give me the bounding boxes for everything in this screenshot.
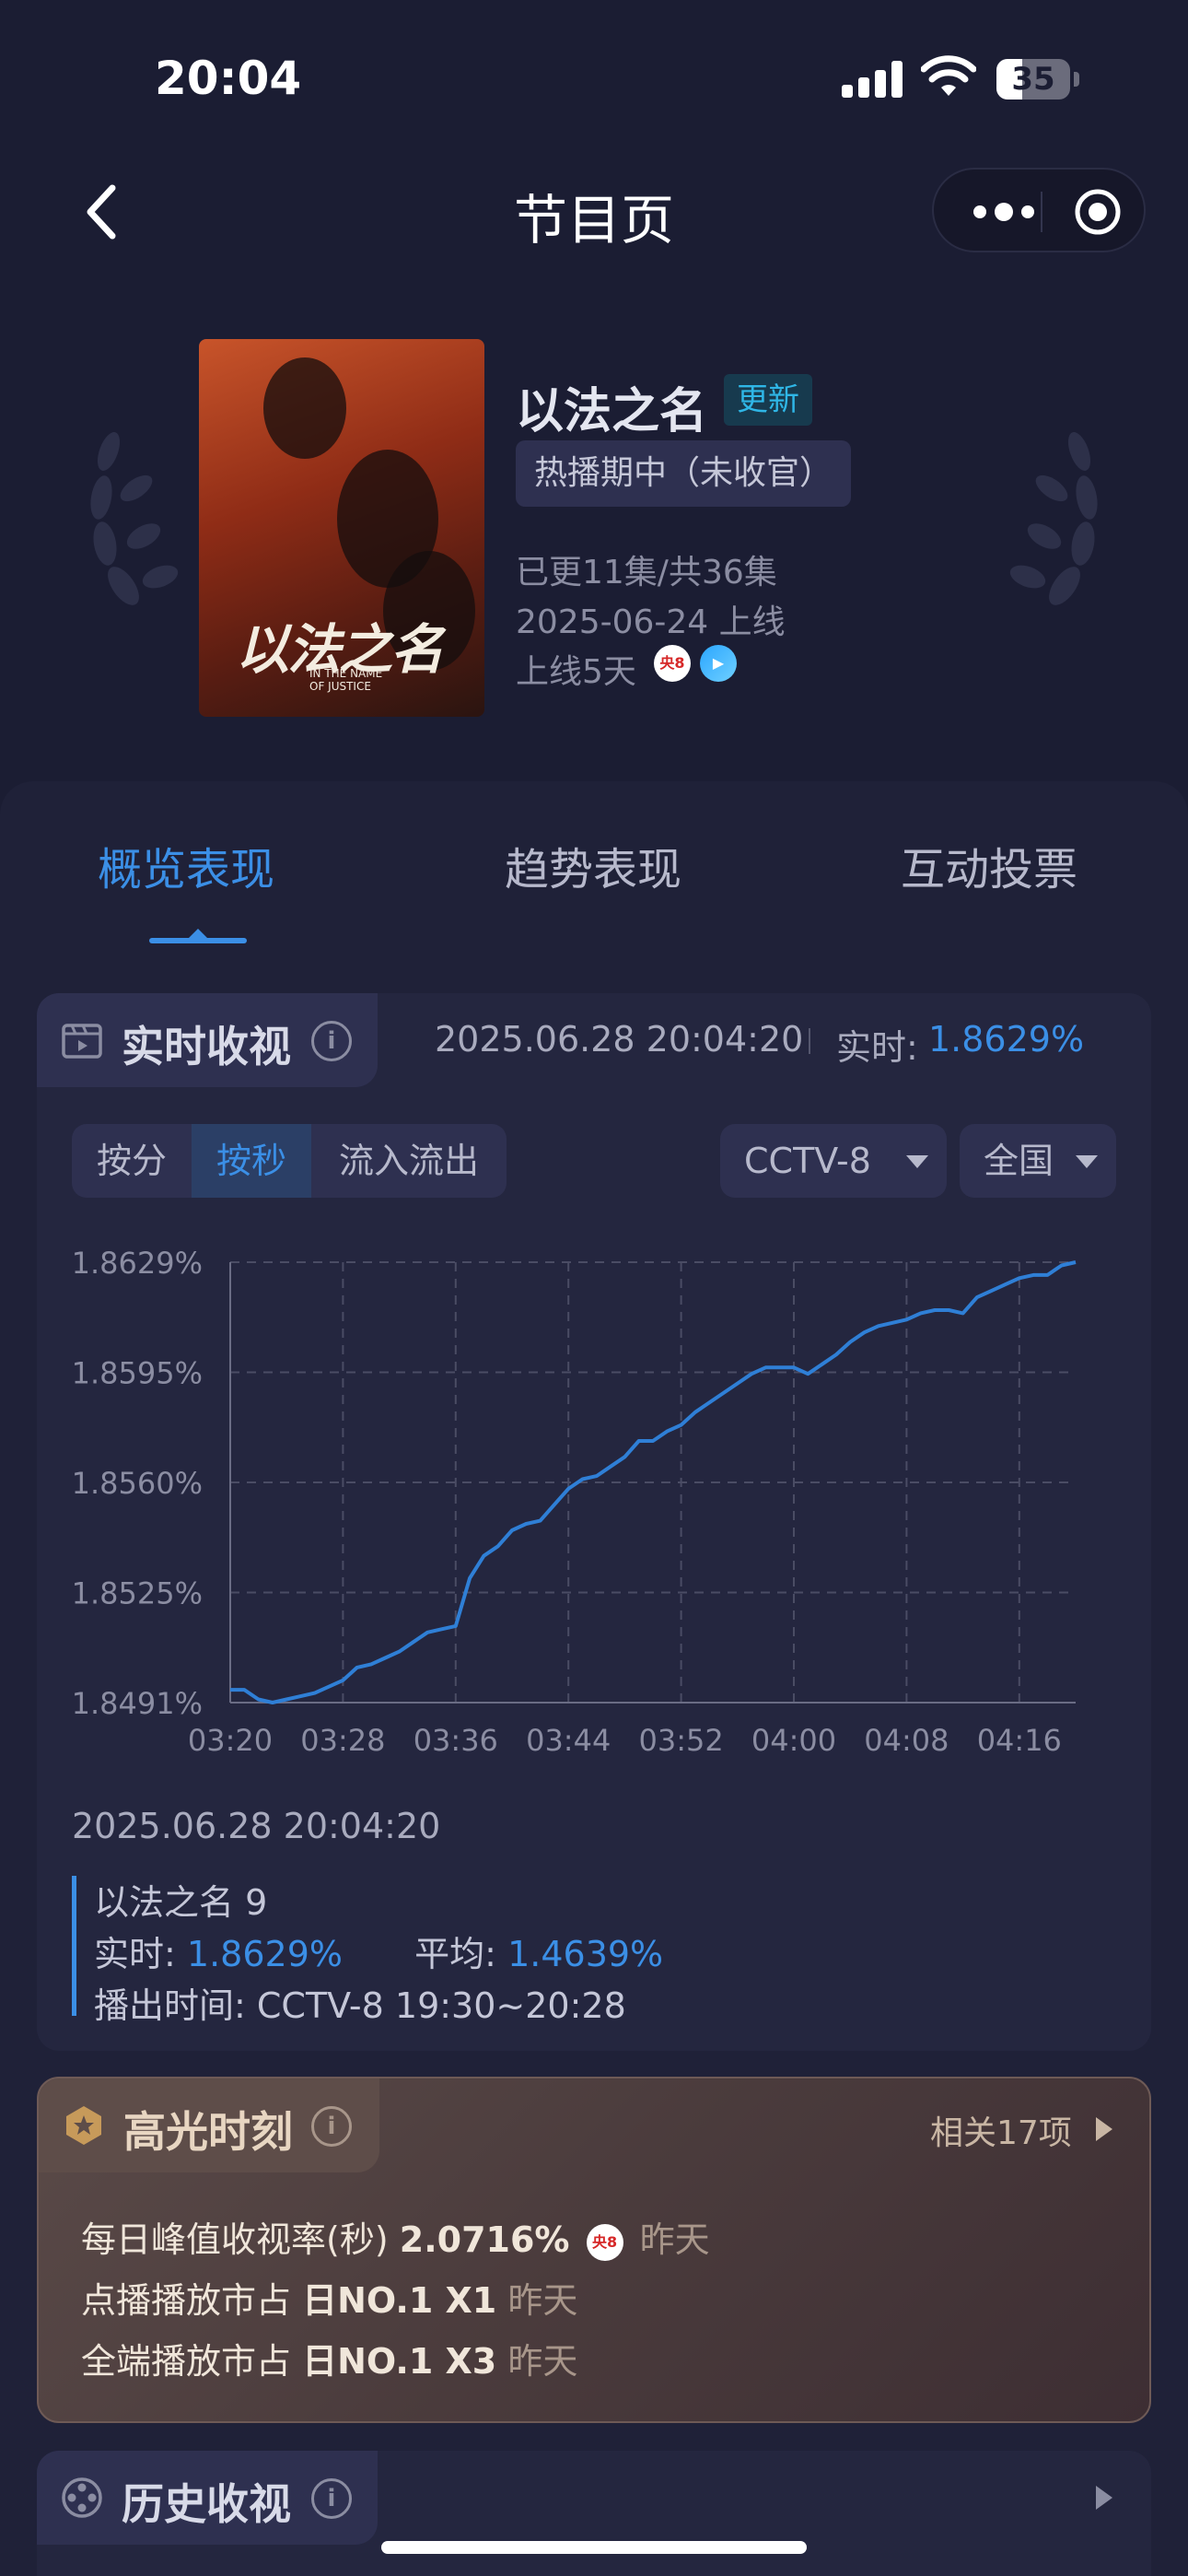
region-dropdown-value: 全国 [984, 1141, 1054, 1181]
region-dropdown[interactable]: 全国 [960, 1124, 1116, 1198]
detail-avg-value: 1.4639% [507, 1934, 664, 1974]
y-tick-label: 1.8491% [72, 1686, 203, 1721]
x-tick-label: 03:20 [188, 1723, 273, 1758]
premiere-date: 2025-06-24 上线 [516, 603, 786, 641]
tab-vote[interactable]: 互动投票 [901, 833, 1077, 897]
tab-indicator-arrow [189, 929, 207, 938]
show-title: 以法之名 [516, 384, 708, 439]
realtime-tag: 实时收视 i [37, 993, 378, 1087]
history-title: 历史收视 [122, 2479, 291, 2529]
highlight-label: 每日峰值收视率(秒) [81, 2219, 389, 2260]
y-tick-label: 1.8560% [72, 1466, 203, 1501]
channel-dropdown[interactable]: CCTV-8 [720, 1124, 947, 1198]
highlight-row: 全端播放市占 日NO.1 X3 昨天 [81, 2333, 577, 2383]
poster-figure [263, 357, 346, 459]
streaming-platform-icon: ▶ [700, 645, 737, 682]
realtime-label: 实时: [836, 1027, 918, 1068]
update-badge: 更新 [724, 374, 812, 426]
info-icon[interactable]: i [311, 2478, 352, 2519]
broadcast-status: 热播期中（未收官） [516, 440, 852, 507]
status-bar: 20:04 35 [0, 0, 1188, 147]
highlight-label: 点播播放市占 [81, 2280, 292, 2321]
poster-subtitle: IN THE NAME OF JUSTICE [309, 667, 383, 693]
detail-accent-bar [72, 1876, 76, 2016]
y-tick-label: 1.8595% [72, 1356, 203, 1391]
more-icon[interactable] [967, 199, 1041, 225]
status-time: 20:04 [155, 52, 302, 105]
highlight-row: 点播播放市占 日NO.1 X1 昨天 [81, 2272, 577, 2323]
highlights-title: 高光时刻 [123, 2107, 293, 2157]
x-tick-label: 03:44 [526, 1723, 611, 1758]
segment-flow[interactable]: 流入流出 [311, 1124, 507, 1198]
target-icon[interactable] [1074, 188, 1122, 236]
channel-dropdown-value: CCTV-8 [744, 1141, 871, 1181]
tab-trend[interactable]: 趋势表现 [505, 833, 681, 897]
battery-icon: 35 [996, 59, 1070, 100]
highlight-value: 2.0716% [399, 2219, 570, 2260]
caret-down-icon [906, 1155, 928, 1168]
highlight-value: 日NO.1 X1 [302, 2280, 497, 2321]
wifi-icon [921, 55, 976, 96]
show-poster[interactable]: 以法之名 IN THE NAME OF JUSTICE [199, 339, 484, 717]
realtime-timestamp: 2025.06.28 20:04:20 [435, 1019, 804, 1060]
highlight-when: 昨天 [507, 2280, 578, 2321]
history-tag: 历史收视 i [37, 2451, 378, 2545]
star-badge-icon [66, 2106, 101, 2145]
battery-level: 35 [1011, 61, 1055, 98]
cctv8-channel-icon: 央8 [654, 645, 691, 682]
home-indicator [381, 2541, 807, 2554]
info-icon[interactable]: i [311, 2106, 352, 2147]
caret-down-icon [1076, 1155, 1098, 1168]
highlight-value: 日NO.1 X3 [302, 2341, 497, 2382]
detail-ratings: 实时: 1.8629% 平均: 1.4639% [94, 1926, 663, 1976]
play-arrow-icon[interactable] [1096, 2486, 1112, 2510]
highlight-label: 全端播放市占 [81, 2341, 292, 2382]
laurel-right-icon [1009, 432, 1098, 605]
detail-realtime-value: 1.8629% [186, 1934, 343, 1974]
highlights-tag: 高光时刻 i [39, 2078, 379, 2172]
info-icon[interactable]: i [311, 1021, 352, 1061]
highlight-when: 昨天 [507, 2341, 578, 2382]
film-reel-icon [62, 2477, 102, 2518]
realtime-title: 实时收视 [122, 1022, 291, 1071]
mini-program-capsule [932, 168, 1146, 252]
capsule-divider [1041, 192, 1042, 232]
x-tick-label: 03:28 [300, 1723, 385, 1758]
segment-by-minute[interactable]: 按分 [72, 1124, 192, 1198]
x-tick-label: 04:00 [751, 1723, 836, 1758]
detail-avg-label: 平均: [414, 1934, 496, 1974]
realtime-rating-chart: 1.8629% 1.8595% 1.8560% 1.8525% 1.8491%03:20… [72, 1246, 1077, 1758]
tab-overview[interactable]: 概览表现 [98, 833, 274, 897]
tab-underline [149, 938, 247, 943]
x-tick-label: 04:16 [977, 1723, 1062, 1758]
x-tick-label: 04:08 [864, 1723, 949, 1758]
episode-count: 已更11集/共36集 [516, 554, 777, 591]
detail-episode: 以法之名 9 [94, 1882, 268, 1923]
cellular-signal-icon [842, 61, 904, 98]
highlight-when: 昨天 [639, 2219, 710, 2260]
laurel-left-icon [90, 432, 179, 605]
y-tick-label: 1.8629% [72, 1246, 203, 1281]
highlights-card[interactable]: 高光时刻 i 相关17项 每日峰值收视率(秒) 2.0716% 央8 昨天 点播… [37, 2077, 1151, 2423]
segment-by-second[interactable]: 按秒 [192, 1124, 311, 1198]
granularity-segmented-control: 按分 按秒 流入流出 [72, 1124, 507, 1198]
separator [809, 1028, 810, 1054]
x-tick-label: 03:52 [638, 1723, 723, 1758]
detail-timestamp: 2025.06.28 20:04:20 [72, 1806, 441, 1846]
tv-icon [62, 1024, 102, 1059]
detail-airtime: 播出时间: CCTV-8 19:30~20:28 [94, 1985, 626, 2026]
battery-tip [1074, 72, 1079, 87]
highlights-more[interactable]: 相关17项 [930, 2106, 1072, 2154]
x-tick-label: 03:36 [413, 1723, 498, 1758]
days-online: 上线5天 [516, 653, 636, 691]
detail-realtime-label: 实时: [94, 1934, 176, 1974]
cctv8-channel-icon: 央8 [586, 2223, 623, 2261]
y-tick-label: 1.8525% [72, 1576, 203, 1611]
play-arrow-icon[interactable] [1096, 2117, 1112, 2141]
highlight-row: 每日峰值收视率(秒) 2.0716% 央8 昨天 [81, 2211, 710, 2262]
realtime-value: 1.8629% [928, 1019, 1085, 1060]
